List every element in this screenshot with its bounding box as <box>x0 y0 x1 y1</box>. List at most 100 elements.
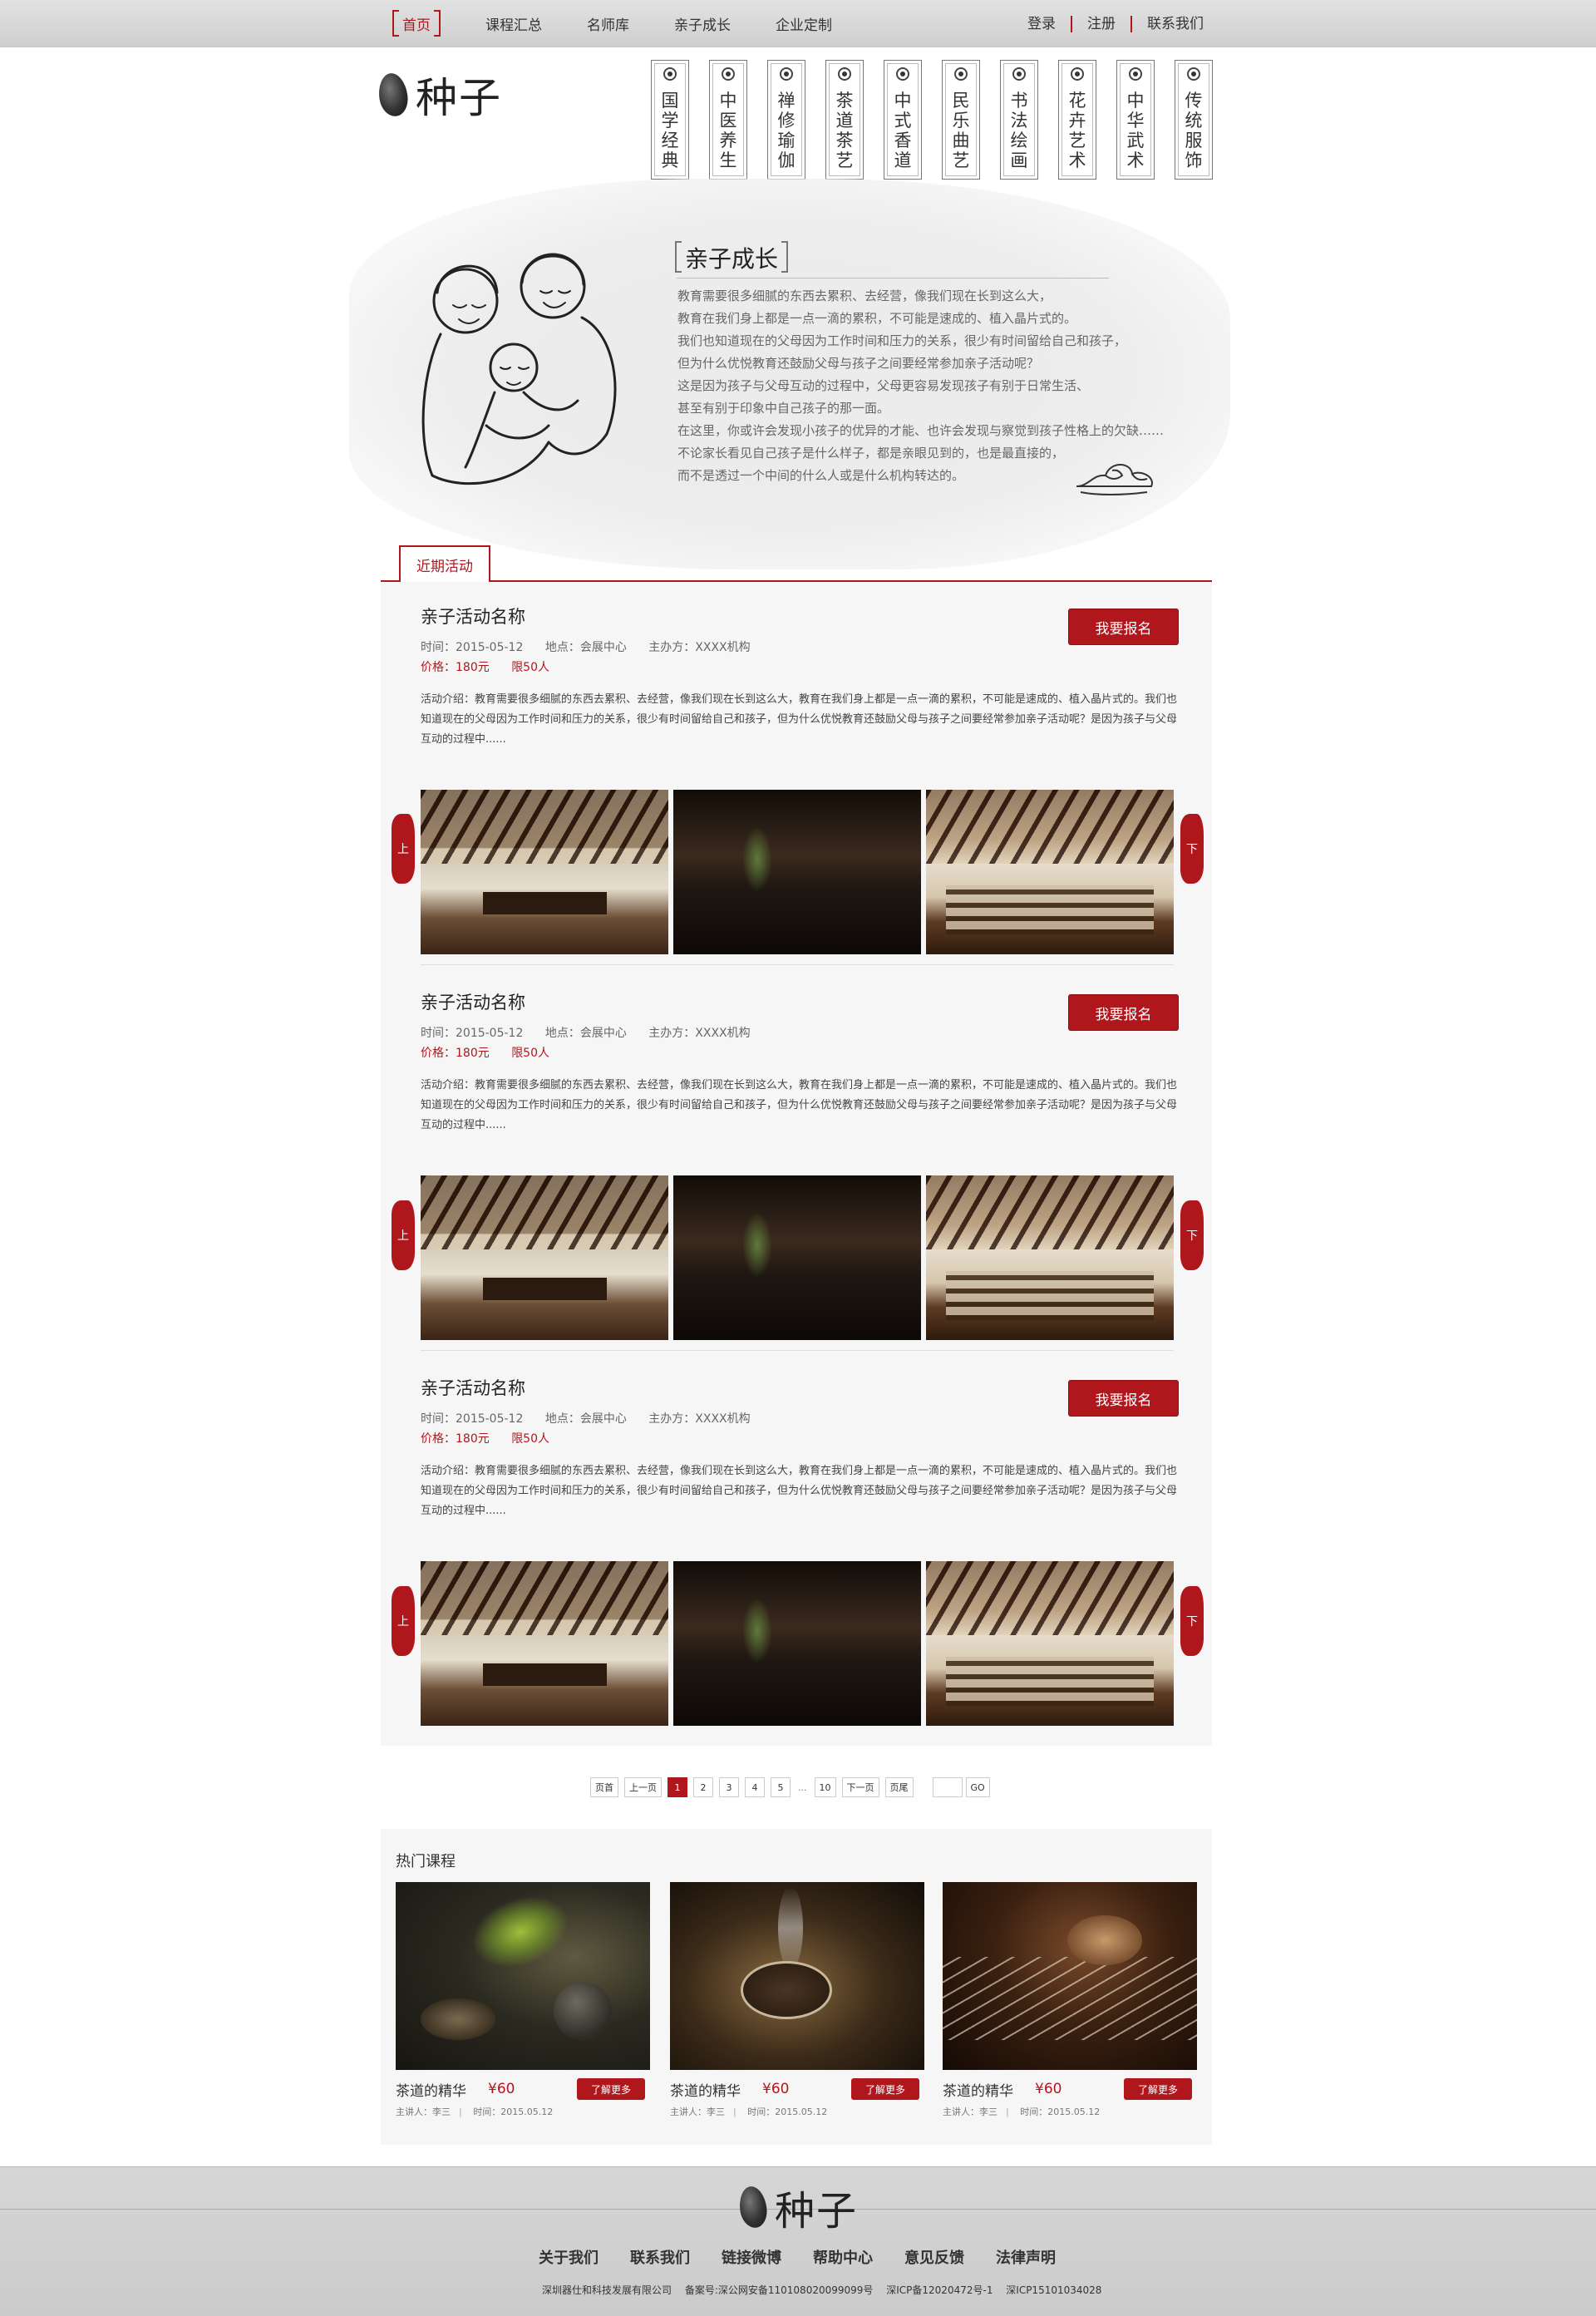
learn-more-button[interactable]: 了解更多 <box>1124 2078 1192 2100</box>
scroll-knob-icon <box>1071 67 1084 81</box>
site-logo[interactable]: 种子 <box>376 65 502 125</box>
signup-button[interactable]: 我要报名 <box>1068 1380 1179 1417</box>
course-row: 茶道的精华 ¥60 了解更多 <box>396 2078 650 2100</box>
course-card: 茶道的精华 ¥60 了解更多 主讲人：李三 | 时间：2015.05.12 <box>943 1882 1197 2118</box>
event-time: 时间：2015-05-12 <box>421 1412 524 1426</box>
category-label: 传统服饰 <box>1185 91 1203 170</box>
event-title[interactable]: 亲子活动名称 <box>421 604 1179 628</box>
category-shufa[interactable]: 书法绘画 <box>1000 60 1038 180</box>
category-chanxiu[interactable]: 禅修瑜伽 <box>767 60 805 180</box>
gallery-photo-tearoom[interactable] <box>421 790 668 954</box>
category-minyue[interactable]: 民乐曲艺 <box>942 60 980 180</box>
account-links: 登录 注册 联系我们 <box>1027 0 1219 47</box>
page-number[interactable]: 3 <box>719 1777 739 1797</box>
nav-item-home[interactable]: 首页 <box>392 10 441 37</box>
event-price-row: 价格：180元 限50人 <box>421 1430 1179 1446</box>
course-name[interactable]: 茶道的精华 <box>670 2079 741 2100</box>
gallery-photo-hall[interactable] <box>926 1561 1174 1726</box>
gallery-photo-tearoom[interactable] <box>421 1175 668 1340</box>
course-name[interactable]: 茶道的精华 <box>943 2079 1013 2100</box>
signup-button[interactable]: 我要报名 <box>1068 994 1179 1031</box>
event-title[interactable]: 亲子活动名称 <box>421 989 1179 1014</box>
footer-logo[interactable]: 种子 <box>736 2178 859 2236</box>
course-name[interactable]: 茶道的精华 <box>396 2079 466 2100</box>
category-chadao[interactable]: 茶道茶艺 <box>825 60 864 180</box>
contact-link[interactable]: 联系我们 <box>1130 15 1219 32</box>
category-zhongyi[interactable]: 中医养生 <box>709 60 747 180</box>
event-limit: 限50人 <box>511 1432 550 1446</box>
page-number[interactable]: 4 <box>745 1777 765 1797</box>
gallery-next-button[interactable]: 下 <box>1180 1200 1204 1270</box>
signup-button[interactable]: 我要报名 <box>1068 609 1179 645</box>
gallery-photo-courtyard[interactable] <box>673 790 921 954</box>
footer-link-about[interactable]: 关于我们 <box>539 2246 598 2268</box>
learn-more-button[interactable]: 了解更多 <box>851 2078 919 2100</box>
page-prev-button[interactable]: 上一页 <box>624 1777 662 1797</box>
nav-item-enterprise[interactable]: 企业定制 <box>776 13 832 34</box>
event-price: 价格：180元 <box>421 661 490 674</box>
gallery-next-button[interactable]: 下 <box>1180 1586 1204 1656</box>
footer-link-feedback[interactable]: 意见反馈 <box>904 2246 964 2268</box>
intro-line: 但为什么优悦教育还鼓励父母与孩子之间要经常参加亲子活动呢？ <box>677 356 1040 371</box>
course-lecturer: 主讲人：李三 <box>670 2107 725 2117</box>
gallery-photo-hall[interactable] <box>926 790 1174 954</box>
company-name: 深圳器仕和科技发展有限公司 <box>542 2284 672 2296</box>
page-last-button[interactable]: 页尾 <box>884 1777 914 1797</box>
nav-item-teachers[interactable]: 名师库 <box>587 13 629 34</box>
copyright: 深圳器仕和科技发展有限公司 备案号:深公网安备110108020099099号 … <box>542 2283 1111 2297</box>
category-label: 中医养生 <box>719 91 737 170</box>
page-number-current[interactable]: 1 <box>667 1777 687 1797</box>
category-huahui[interactable]: 花卉艺术 <box>1058 60 1096 180</box>
event-title[interactable]: 亲子活动名称 <box>421 1375 1179 1400</box>
footer-link-weibo[interactable]: 链接微博 <box>722 2246 781 2268</box>
event-divider <box>421 1350 1174 1351</box>
gallery-photo-courtyard[interactable] <box>673 1561 921 1726</box>
page-jump-input[interactable] <box>932 1777 963 1797</box>
event-limit: 限50人 <box>511 661 550 674</box>
gallery-photo-courtyard[interactable] <box>673 1175 921 1340</box>
course-image-incense[interactable] <box>670 1882 924 2070</box>
category-fushi[interactable]: 传统服饰 <box>1175 60 1213 180</box>
category-guoxue[interactable]: 国学经典 <box>651 60 689 180</box>
pagination: 页首 上一页 1 2 3 4 5 ... 10 下一页 页尾 GO <box>590 1777 996 1797</box>
gallery-prev-button[interactable]: 上 <box>392 814 415 884</box>
category-xiangdao[interactable]: 中式香道 <box>884 60 922 180</box>
intro-line: 在这里，你或许会发现小孩子的优异的才能、也许会发现与察觉到孩子性格上的欠缺…… <box>677 423 1165 438</box>
course-price: ¥60 <box>488 2081 515 2097</box>
intro-line: 甚至有别于印象中自己孩子的那一面。 <box>677 401 890 416</box>
gallery-next-button[interactable]: 下 <box>1180 814 1204 884</box>
course-info: 主讲人：李三 | 时间：2015.05.12 <box>396 2107 554 2117</box>
register-link[interactable]: 注册 <box>1071 15 1130 32</box>
learn-more-button[interactable]: 了解更多 <box>577 2078 645 2100</box>
event-gallery <box>421 1175 1179 1340</box>
course-image-guqin[interactable] <box>943 1882 1197 2070</box>
page-number[interactable]: 5 <box>771 1777 791 1797</box>
event-description: 活动介绍：教育需要很多细腻的东西去累积、去经营，像我们现在长到这么大，教育在我们… <box>421 1465 1178 1517</box>
nav-item-parenting[interactable]: 亲子成长 <box>674 13 731 34</box>
category-menu: 国学经典 中医养生 禅修瑜伽 茶道茶艺 中式香道 民乐曲艺 书法绘画 花卉艺术 … <box>651 60 1233 180</box>
category-wushu[interactable]: 中华武术 <box>1116 60 1155 180</box>
tab-recent-activities[interactable]: 近期活动 <box>399 545 490 582</box>
gallery-photo-hall[interactable] <box>926 1175 1174 1340</box>
seed-icon <box>736 2185 770 2230</box>
course-card: 茶道的精华 ¥60 了解更多 主讲人：李三 | 时间：2015.05.12 <box>670 1882 924 2118</box>
nav-item-courses[interactable]: 课程汇总 <box>485 13 542 34</box>
gallery-photo-tearoom[interactable] <box>421 1561 668 1726</box>
page-number[interactable]: 2 <box>693 1777 713 1797</box>
footer-link-contact[interactable]: 联系我们 <box>630 2246 690 2268</box>
page-number-last[interactable]: 10 <box>814 1777 836 1797</box>
category-label: 民乐曲艺 <box>952 91 970 170</box>
login-link[interactable]: 登录 <box>1027 16 1071 32</box>
page-go-button[interactable]: GO <box>965 1777 990 1797</box>
page-next-button[interactable]: 下一页 <box>841 1777 879 1797</box>
gallery-prev-button[interactable]: 上 <box>392 1200 415 1270</box>
course-image-tea[interactable] <box>396 1882 650 2070</box>
footer-logo-text: 种子 <box>775 2188 859 2235</box>
icp-number-2: 深ICP15101034028 <box>1006 2284 1102 2296</box>
footer-link-help[interactable]: 帮助中心 <box>813 2246 873 2268</box>
page-first-button[interactable]: 页首 <box>590 1777 618 1797</box>
gallery-prev-button[interactable]: 上 <box>392 1586 415 1656</box>
footer-link-legal[interactable]: 法律声明 <box>996 2246 1056 2268</box>
scroll-knob-icon <box>663 67 677 81</box>
category-label: 国学经典 <box>661 91 679 170</box>
